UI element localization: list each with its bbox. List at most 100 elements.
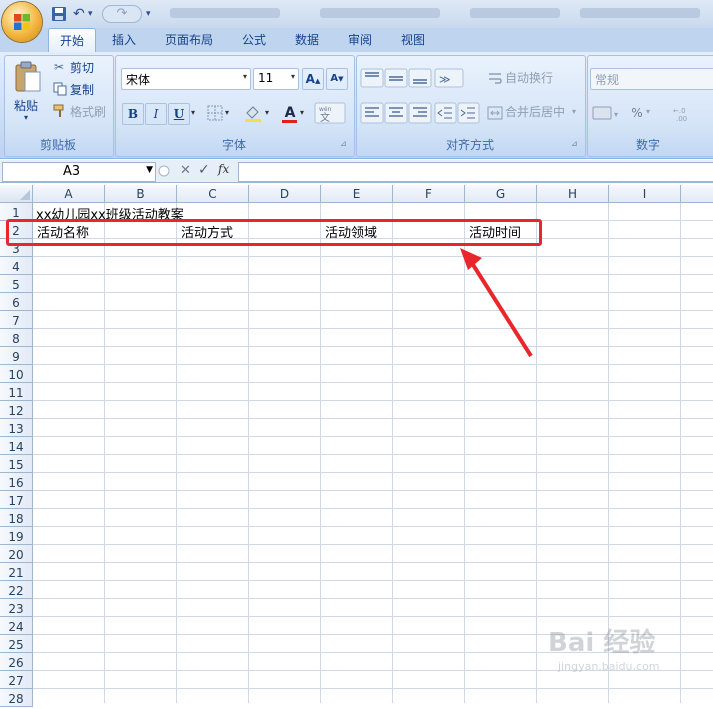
orientation-icon[interactable]: ≫	[434, 68, 464, 88]
row-header-23[interactable]: 23	[0, 599, 33, 617]
row-header-10[interactable]: 10	[0, 365, 33, 383]
merge-center-button[interactable]: 合并后居中	[505, 102, 565, 122]
row-header-27[interactable]: 27	[0, 671, 33, 689]
grow-font-button[interactable]: A▲	[302, 68, 324, 90]
row-header-15[interactable]: 15	[0, 455, 33, 473]
indent-icons[interactable]	[434, 102, 480, 124]
name-box[interactable]: A3 ▼	[2, 162, 156, 182]
bold-button[interactable]: B	[122, 103, 144, 125]
font-size-dropdown-icon[interactable]: ▾	[291, 72, 295, 81]
row-header-18[interactable]: 18	[0, 509, 33, 527]
name-box-dropdown-icon[interactable]: ▼	[146, 165, 153, 175]
taskbar-tab-3[interactable]	[580, 8, 700, 18]
row-header-17[interactable]: 17	[0, 491, 33, 509]
column-header-i[interactable]: I	[609, 185, 681, 203]
office-button[interactable]	[2, 2, 42, 42]
row-header-24[interactable]: 24	[0, 617, 33, 635]
merge-center-dropdown-icon[interactable]: ▾	[572, 107, 576, 116]
column-header-b[interactable]: B	[105, 185, 177, 203]
column-header-d[interactable]: D	[249, 185, 321, 203]
column-header-f[interactable]: F	[393, 185, 465, 203]
tab-review[interactable]: 审阅	[340, 28, 380, 52]
merge-center-icon	[487, 106, 503, 120]
column-header-c[interactable]: C	[177, 185, 249, 203]
underline-dropdown-icon[interactable]: ▾	[191, 108, 195, 117]
font-name-value: 宋体	[126, 73, 151, 87]
row-header-26[interactable]: 26	[0, 653, 33, 671]
row-header-5[interactable]: 5	[0, 275, 33, 293]
tab-home[interactable]: 开始	[48, 28, 96, 53]
row-header-28[interactable]: 28	[0, 689, 33, 707]
redo-button[interactable]: ↷	[102, 5, 142, 23]
phonetic-guide-icon[interactable]: wén 文	[314, 102, 346, 124]
number-format-select[interactable]: 常规	[590, 68, 713, 90]
row-header-7[interactable]: 7	[0, 311, 33, 329]
italic-button[interactable]: I	[145, 103, 167, 125]
fill-color-icon[interactable]	[243, 104, 263, 122]
taskbar-tab-1[interactable]	[320, 8, 440, 18]
formula-input[interactable]	[238, 162, 713, 182]
enter-entry-icon[interactable]: ✓	[198, 162, 210, 178]
name-box-value: A3	[63, 164, 81, 179]
fill-color-dropdown-icon[interactable]: ▾	[265, 108, 269, 117]
copy-button[interactable]: 复制	[70, 80, 94, 100]
insert-function-icon[interactable]: fx	[218, 162, 229, 176]
row-header-22[interactable]: 22	[0, 581, 33, 599]
row-header-11[interactable]: 11	[0, 383, 33, 401]
format-painter-button[interactable]: 格式刷	[70, 102, 106, 122]
row-header-13[interactable]: 13	[0, 419, 33, 437]
font-size-select[interactable]: 11 ▾	[253, 68, 299, 90]
row-header-6[interactable]: 6	[0, 293, 33, 311]
underline-button[interactable]: U	[168, 103, 190, 125]
save-icon[interactable]	[50, 5, 68, 23]
row-header-8[interactable]: 8	[0, 329, 33, 347]
row-header-9[interactable]: 9	[0, 347, 33, 365]
row-header-19[interactable]: 19	[0, 527, 33, 545]
wrap-text-button[interactable]: 自动换行	[505, 68, 553, 88]
taskbar-tab-2[interactable]	[470, 8, 560, 18]
svg-text:.00: .00	[676, 115, 687, 122]
shrink-font-button[interactable]: A▼	[326, 68, 348, 90]
borders-dropdown-icon[interactable]: ▾	[225, 108, 229, 117]
alignment-dialog-launcher-icon[interactable]: ⊿	[571, 139, 578, 148]
font-dialog-launcher-icon[interactable]: ⊿	[340, 139, 347, 148]
font-name-select[interactable]: 宋体 ▾	[121, 68, 251, 90]
cut-button[interactable]: 剪切	[70, 58, 94, 78]
column-header-g[interactable]: G	[465, 185, 537, 203]
percent-dropdown-icon[interactable]: ▾	[646, 107, 650, 116]
row-header-12[interactable]: 12	[0, 401, 33, 419]
tab-formulas[interactable]: 公式	[234, 28, 274, 52]
watermark: Bai 经验 jingyan.baidu.com	[548, 622, 708, 682]
tab-view[interactable]: 视图	[393, 28, 433, 52]
increase-decimal-icon[interactable]: ←.0 .00	[672, 104, 702, 122]
cancel-entry-icon[interactable]: ✕	[180, 163, 191, 178]
column-header-e[interactable]: E	[321, 185, 393, 203]
column-header-a[interactable]: A	[33, 185, 105, 203]
row-header-14[interactable]: 14	[0, 437, 33, 455]
row-header-25[interactable]: 25	[0, 635, 33, 653]
formula-bar-splitter-icon[interactable]	[158, 163, 170, 179]
svg-text:文: 文	[320, 111, 330, 124]
column-header-j[interactable]	[681, 185, 713, 203]
row-header-4[interactable]: 4	[0, 257, 33, 275]
tab-page-layout[interactable]: 页面布局	[156, 28, 222, 52]
font-color-dropdown-icon[interactable]: ▾	[300, 108, 304, 117]
row-header-16[interactable]: 16	[0, 473, 33, 491]
tab-insert[interactable]: 插入	[104, 28, 144, 52]
currency-format-icon[interactable]: ▾	[592, 104, 622, 122]
alignment-group-title: 对齐方式	[445, 138, 494, 152]
row-header-20[interactable]: 20	[0, 545, 33, 563]
svg-text:≫: ≫	[439, 73, 451, 86]
borders-icon[interactable]	[207, 105, 223, 121]
tab-data[interactable]: 数据	[287, 28, 327, 52]
font-name-dropdown-icon[interactable]: ▾	[243, 72, 247, 81]
annotation-arrow-icon	[460, 248, 533, 358]
row-header-21[interactable]: 21	[0, 563, 33, 581]
percent-button[interactable]: %	[626, 102, 648, 124]
select-all-corner[interactable]	[0, 185, 33, 203]
column-header-h[interactable]: H	[537, 185, 609, 203]
number-format-value: 常规	[595, 73, 620, 87]
watermark-url: jingyan.baidu.com	[558, 660, 660, 673]
paste-dropdown-icon[interactable]: ▾	[24, 113, 28, 122]
customize-qat-icon[interactable]: ▾	[146, 5, 164, 23]
